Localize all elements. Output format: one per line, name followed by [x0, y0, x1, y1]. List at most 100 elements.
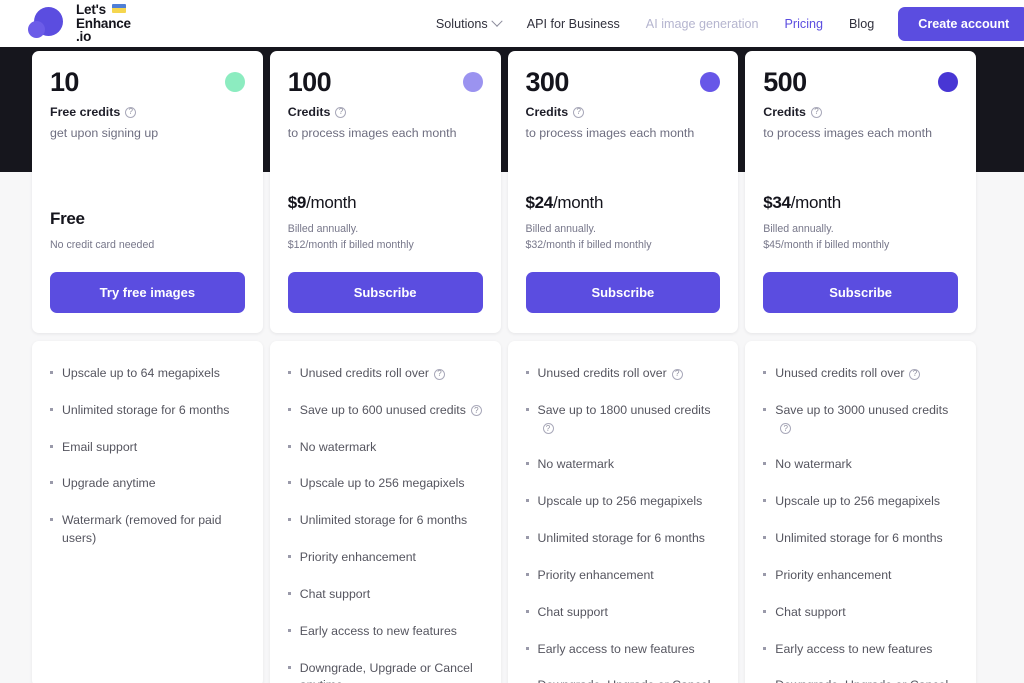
question-circle-icon[interactable]: ? [573, 106, 585, 118]
feature-text-wrapper: Early access to new features [300, 623, 457, 641]
bullet-icon [763, 407, 767, 411]
feature-item: Downgrade, Upgrade or Cancel anytime [526, 677, 721, 683]
price-amount: $24 [525, 193, 554, 213]
bullet-icon [287, 481, 291, 485]
bullet-icon [287, 518, 291, 522]
plan-card: 10 Free credits? get upon signing up Free No… [32, 51, 263, 333]
bullet-icon [287, 371, 291, 374]
bullet-icon [287, 591, 291, 595]
plan-tier-dot-icon [700, 72, 721, 92]
subscribe-button[interactable]: Subscribe [525, 272, 721, 313]
question-circle-icon[interactable]: ? [671, 368, 683, 380]
bullet-icon [50, 481, 53, 485]
feature-label: No watermark [299, 439, 377, 454]
bullet-icon [525, 462, 529, 466]
question-circle-icon[interactable]: ? [909, 368, 921, 380]
subscribe-button[interactable]: Subscribe [287, 272, 483, 313]
feature-label: Unused credits roll over [299, 366, 429, 380]
billing-note-line-2: $12/month if billed monthly [287, 239, 414, 252]
feature-item: Downgrade, Upgrade or Cancel anytime [287, 660, 483, 683]
feature-text-wrapper: Chat support [775, 604, 845, 622]
plan-price: $34/month [763, 193, 958, 213]
pricing-page: Let's Enhance .io Solutions API for Busin… [0, 0, 1024, 683]
plan-features-card: Unused credits roll over? Save up to 1800… [507, 341, 739, 683]
question-circle-icon[interactable]: ? [780, 423, 792, 435]
feature-item: Unused credits roll over? [287, 365, 483, 383]
credits-amount: 500 [763, 67, 807, 97]
feature-label: Early access to new features [537, 641, 695, 656]
question-circle-icon[interactable]: ? [335, 106, 347, 118]
credits-amount: 100 [287, 67, 332, 97]
feature-text-wrapper: Chat support [300, 586, 370, 604]
bullet-icon [763, 536, 767, 540]
feature-label: Upscale up to 256 megapixels [775, 494, 940, 509]
billing-note-line-1: Billed annually. [287, 223, 359, 236]
plan-card: 300 Credits? to process images each month $… [507, 51, 739, 333]
feature-label: Downgrade, Upgrade or Cancel anytime [299, 660, 473, 683]
feature-label: Unlimited storage for 6 months [537, 531, 705, 546]
feature-item: Chat support [287, 586, 483, 604]
ukraine-flag-icon [111, 3, 126, 13]
credits-label-text: Credits [763, 105, 806, 119]
nav-item-solutions[interactable]: Solutions [436, 15, 503, 31]
feature-text-wrapper: Upscale up to 256 megapixels [300, 475, 465, 493]
nav-item-api-for-business[interactable]: API for Business [527, 17, 620, 31]
logo[interactable]: Let's Enhance .io [28, 3, 131, 44]
feature-text-wrapper: Watermark (removed for paid users) [62, 512, 245, 548]
credits-row: 300 [526, 69, 721, 96]
feature-item: Unlimited storage for 6 months [50, 402, 245, 420]
nav-item-ai-image-generation[interactable]: AI image generation [646, 17, 759, 31]
billing-note: Billed annually. $12/month if billed mont… [288, 222, 483, 254]
feature-item: Upgrade anytime [50, 475, 245, 493]
feature-label: Email support [62, 439, 138, 454]
feature-text-wrapper: Unused credits roll over? [775, 365, 921, 383]
feature-item: No watermark [763, 456, 958, 474]
billing-note: Billed annually. $32/month if billed mont… [526, 222, 721, 254]
feature-text-wrapper: Upscale up to 256 megapixels [538, 493, 703, 511]
billing-note-line-1: Billed annually. [763, 223, 834, 236]
feature-text-wrapper: Upgrade anytime [62, 475, 156, 493]
question-circle-icon[interactable]: ? [470, 405, 482, 417]
nav-item-label: Blog [849, 16, 875, 31]
question-circle-icon[interactable]: ? [125, 106, 137, 118]
feature-label: Unlimited storage for 6 months [62, 402, 230, 417]
main-nav: Solutions API for Business AI image genera… [436, 15, 874, 31]
price-period: /month [790, 193, 841, 213]
nav-item-blog[interactable]: Blog [849, 17, 874, 31]
plan-price: Free [50, 209, 245, 229]
nav-item-pricing[interactable]: Pricing [785, 17, 824, 31]
feature-item: Early access to new features [525, 641, 721, 659]
feature-text-wrapper: Save up to 1800 unused credits? [538, 402, 721, 438]
feature-text-wrapper: Early access to new features [775, 641, 932, 659]
question-circle-icon[interactable]: ? [542, 423, 554, 435]
feature-text-wrapper: Priority enhancement [300, 549, 416, 567]
bullet-icon [525, 609, 529, 613]
feature-text-wrapper: Save up to 3000 unused credits? [775, 402, 958, 438]
plan-price: $9/month [288, 193, 483, 213]
plan-tier-dot-icon [938, 72, 958, 92]
subscribe-button[interactable]: Subscribe [763, 272, 958, 313]
feature-item: Chat support [763, 604, 958, 622]
feature-label: Chat support [537, 604, 608, 619]
try-free-images-button[interactable]: Try free images [50, 272, 245, 313]
feature-label: Chat support [775, 604, 846, 619]
feature-label: Early access to new features [299, 623, 457, 638]
feature-text-wrapper: Chat support [538, 604, 608, 622]
feature-text-wrapper: Email support [62, 439, 137, 457]
billing-note-line-1: No credit card needed [50, 239, 155, 252]
plan-card: 500 Credits? to process images each month $… [745, 51, 976, 333]
feature-text-wrapper: Downgrade, Upgrade or Cancel anytime [775, 677, 958, 683]
feature-label: Early access to new features [775, 641, 933, 656]
pricing-column: 300 Credits? to process images each month $… [507, 51, 739, 683]
question-circle-icon[interactable]: ? [433, 368, 445, 380]
price-period: /month [306, 193, 357, 213]
create-account-button[interactable]: Create account [898, 6, 1024, 41]
feature-text-wrapper: Downgrade, Upgrade or Cancel anytime [300, 660, 483, 683]
logo-line-1: Let's [76, 1, 106, 17]
pricing-column: 10 Free credits? get upon signing up Free No… [32, 51, 263, 683]
feature-label: Chat support [299, 586, 371, 601]
question-circle-icon[interactable]: ? [810, 106, 822, 118]
plan-tier-dot-icon [224, 72, 245, 92]
feature-text-wrapper: No watermark [538, 456, 615, 474]
feature-text-wrapper: Upscale up to 64 megapixels [62, 365, 220, 383]
